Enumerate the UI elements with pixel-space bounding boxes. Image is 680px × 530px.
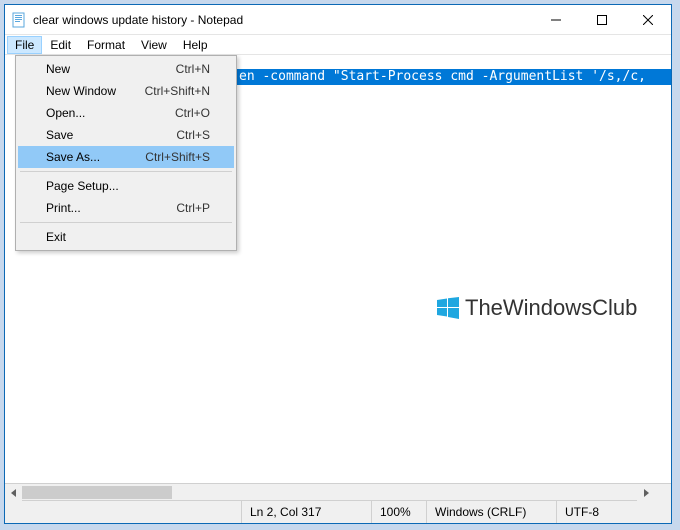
menu-open[interactable]: Open... Ctrl+O bbox=[18, 102, 234, 124]
menu-shortcut: Ctrl+P bbox=[176, 201, 210, 215]
notepad-window: clear windows update history - Notepad F… bbox=[4, 4, 672, 524]
window-title: clear windows update history - Notepad bbox=[33, 13, 243, 27]
watermark: TheWindowsClub bbox=[435, 295, 637, 321]
menu-page-setup[interactable]: Page Setup... bbox=[18, 175, 234, 197]
menu-shortcut: Ctrl+N bbox=[176, 62, 210, 76]
menu-separator bbox=[20, 171, 232, 172]
status-zoom: 100% bbox=[371, 501, 426, 523]
close-button[interactable] bbox=[625, 5, 671, 35]
scroll-right-button[interactable] bbox=[637, 484, 654, 501]
menu-format[interactable]: Format bbox=[79, 36, 133, 54]
status-lineending: Windows (CRLF) bbox=[426, 501, 556, 523]
menu-label: New bbox=[46, 62, 70, 76]
titlebar: clear windows update history - Notepad bbox=[5, 5, 671, 35]
statusbar: Ln 2, Col 317 100% Windows (CRLF) UTF-8 bbox=[5, 500, 671, 523]
menu-print[interactable]: Print... Ctrl+P bbox=[18, 197, 234, 219]
watermark-text: TheWindowsClub bbox=[465, 295, 637, 321]
status-encoding: UTF-8 bbox=[556, 501, 671, 523]
menu-label: Exit bbox=[46, 230, 66, 244]
file-menu-dropdown: New Ctrl+N New Window Ctrl+Shift+N Open.… bbox=[15, 55, 237, 251]
scroll-left-button[interactable] bbox=[5, 484, 22, 501]
menu-edit[interactable]: Edit bbox=[42, 36, 79, 54]
horizontal-scrollbar[interactable] bbox=[5, 483, 671, 500]
menu-view[interactable]: View bbox=[133, 36, 175, 54]
menu-save[interactable]: Save Ctrl+S bbox=[18, 124, 234, 146]
window-controls bbox=[533, 5, 671, 35]
menu-new-window[interactable]: New Window Ctrl+Shift+N bbox=[18, 80, 234, 102]
menu-shortcut: Ctrl+Shift+N bbox=[145, 84, 210, 98]
minimize-button[interactable] bbox=[533, 5, 579, 35]
menu-label: Open... bbox=[46, 106, 85, 120]
menu-shortcut: Ctrl+O bbox=[175, 106, 210, 120]
menubar: File Edit Format View Help bbox=[5, 35, 671, 55]
notepad-icon bbox=[11, 12, 27, 28]
selected-text: en -command "Start-Process cmd -Argument… bbox=[237, 69, 671, 85]
scroll-thumb[interactable] bbox=[22, 486, 172, 499]
menu-label: New Window bbox=[46, 84, 116, 98]
menu-label: Save bbox=[46, 128, 73, 142]
menu-save-as[interactable]: Save As... Ctrl+Shift+S bbox=[18, 146, 234, 168]
menu-exit[interactable]: Exit bbox=[18, 226, 234, 248]
menu-label: Save As... bbox=[46, 150, 100, 164]
menu-new[interactable]: New Ctrl+N bbox=[18, 58, 234, 80]
menu-separator bbox=[20, 222, 232, 223]
menu-file[interactable]: File bbox=[7, 36, 42, 54]
menu-shortcut: Ctrl+Shift+S bbox=[145, 150, 210, 164]
windows-logo-icon bbox=[435, 295, 461, 321]
menu-label: Print... bbox=[46, 201, 81, 215]
menu-label: Page Setup... bbox=[46, 179, 119, 193]
menu-help[interactable]: Help bbox=[175, 36, 216, 54]
maximize-button[interactable] bbox=[579, 5, 625, 35]
scroll-corner bbox=[654, 484, 671, 501]
status-spacer bbox=[5, 501, 241, 523]
menu-shortcut: Ctrl+S bbox=[176, 128, 210, 142]
status-position: Ln 2, Col 317 bbox=[241, 501, 371, 523]
